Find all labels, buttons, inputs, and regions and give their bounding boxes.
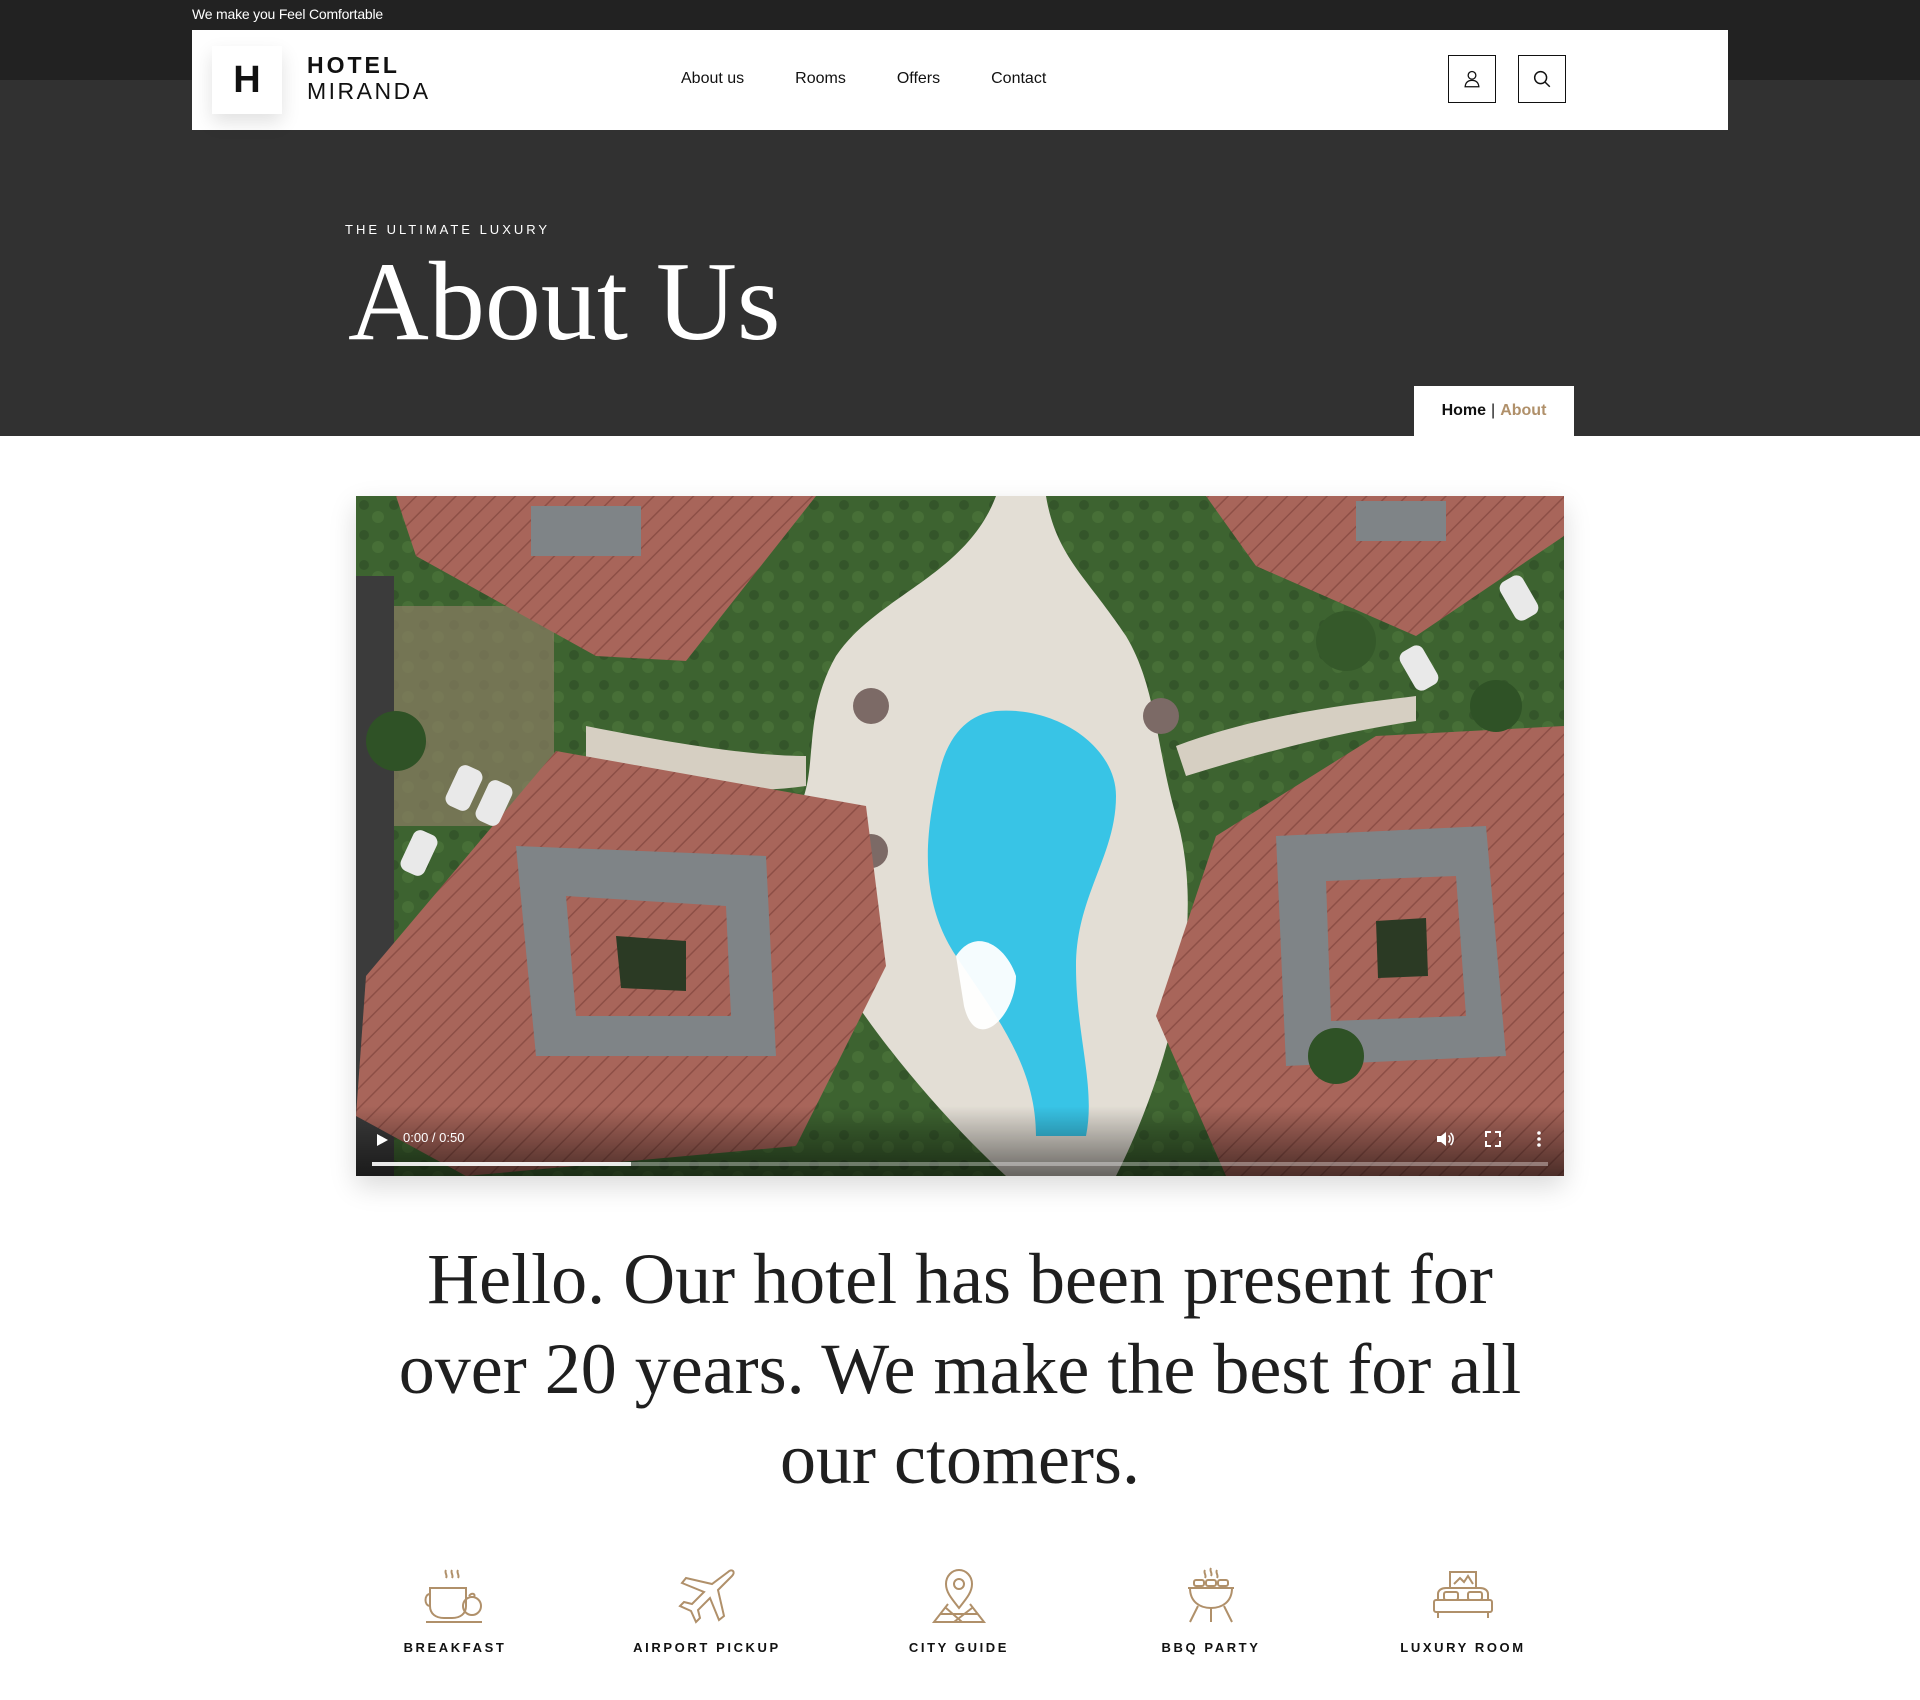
map-pin-icon [931, 1568, 987, 1623]
play-icon[interactable] [372, 1130, 392, 1150]
features-row: BREAKFAST AIRPORT PICKUP CITY GUIDE BBQ … [0, 1566, 1920, 1666]
breakfast-icon [424, 1569, 482, 1623]
bed-icon [1433, 1571, 1493, 1618]
feature-airport-pickup: AIRPORT PICKUP [607, 1566, 807, 1655]
breadcrumb-home-link[interactable]: Home [1442, 402, 1486, 420]
nav-about-us[interactable]: About us [681, 70, 744, 88]
feature-luxury-room: LUXURY ROOM [1363, 1566, 1563, 1655]
breadcrumb-separator: | [1491, 402, 1496, 419]
logo-letter: H [233, 58, 261, 101]
video-controls: 0:00 / 0:50 [356, 1106, 1564, 1176]
bbq-grill-icon [1188, 1567, 1234, 1623]
feature-breakfast: BREAKFAST [355, 1566, 555, 1655]
user-icon [1464, 70, 1480, 88]
account-button[interactable] [1448, 55, 1496, 103]
airplane-icon [678, 1569, 735, 1624]
nav-rooms[interactable]: Rooms [795, 70, 846, 88]
page-title: About Us [348, 240, 781, 364]
search-icon [1533, 70, 1551, 88]
feature-label: BREAKFAST [403, 1640, 507, 1655]
feature-label: BBQ PARTY [1161, 1640, 1261, 1655]
brand-line-2: MIRANDA [307, 78, 431, 104]
feature-label: CITY GUIDE [908, 1640, 1010, 1655]
topbar-tagline: We make you Feel Comfortable [192, 6, 384, 22]
feature-label: LUXURY ROOM [1400, 1640, 1526, 1655]
search-button[interactable] [1518, 55, 1566, 103]
feature-label: AIRPORT PICKUP [633, 1640, 781, 1655]
brand-line-1: HOTEL [307, 52, 400, 78]
aerial-video-frame [356, 496, 1564, 1176]
about-headline: Hello. Our hotel has been present for ov… [398, 1239, 1522, 1499]
nav-contact[interactable]: Contact [991, 70, 1046, 88]
video-time: 0:00 / 0:50 [403, 1130, 465, 1145]
breadcrumb-current: About [1500, 402, 1547, 419]
hotel-video-player[interactable]: 0:00 / 0:50 [356, 496, 1564, 1176]
site-header: H HOTEL MIRANDA About us Rooms Offers Co… [192, 30, 1728, 130]
fullscreen-icon[interactable] [1482, 1128, 1504, 1150]
logo[interactable]: H [212, 46, 282, 114]
brand-name[interactable]: HOTEL MIRANDA [307, 54, 431, 103]
volume-icon[interactable] [1434, 1128, 1456, 1150]
feature-city-guide: CITY GUIDE [859, 1566, 1059, 1655]
main-nav: About us Rooms Offers Contact [681, 70, 1097, 88]
hero-section: THE ULTIMATE LUXURY About Us Home | Abou… [0, 80, 1920, 436]
nav-offers[interactable]: Offers [897, 70, 940, 88]
video-progress-buffered [372, 1162, 631, 1166]
more-vertical-icon[interactable] [1528, 1128, 1550, 1150]
breadcrumb: Home | About [1414, 386, 1574, 436]
feature-bbq-party: BBQ PARTY [1111, 1566, 1311, 1655]
hero-kicker: THE ULTIMATE LUXURY [345, 222, 551, 237]
video-progress-bar[interactable] [372, 1162, 1548, 1166]
